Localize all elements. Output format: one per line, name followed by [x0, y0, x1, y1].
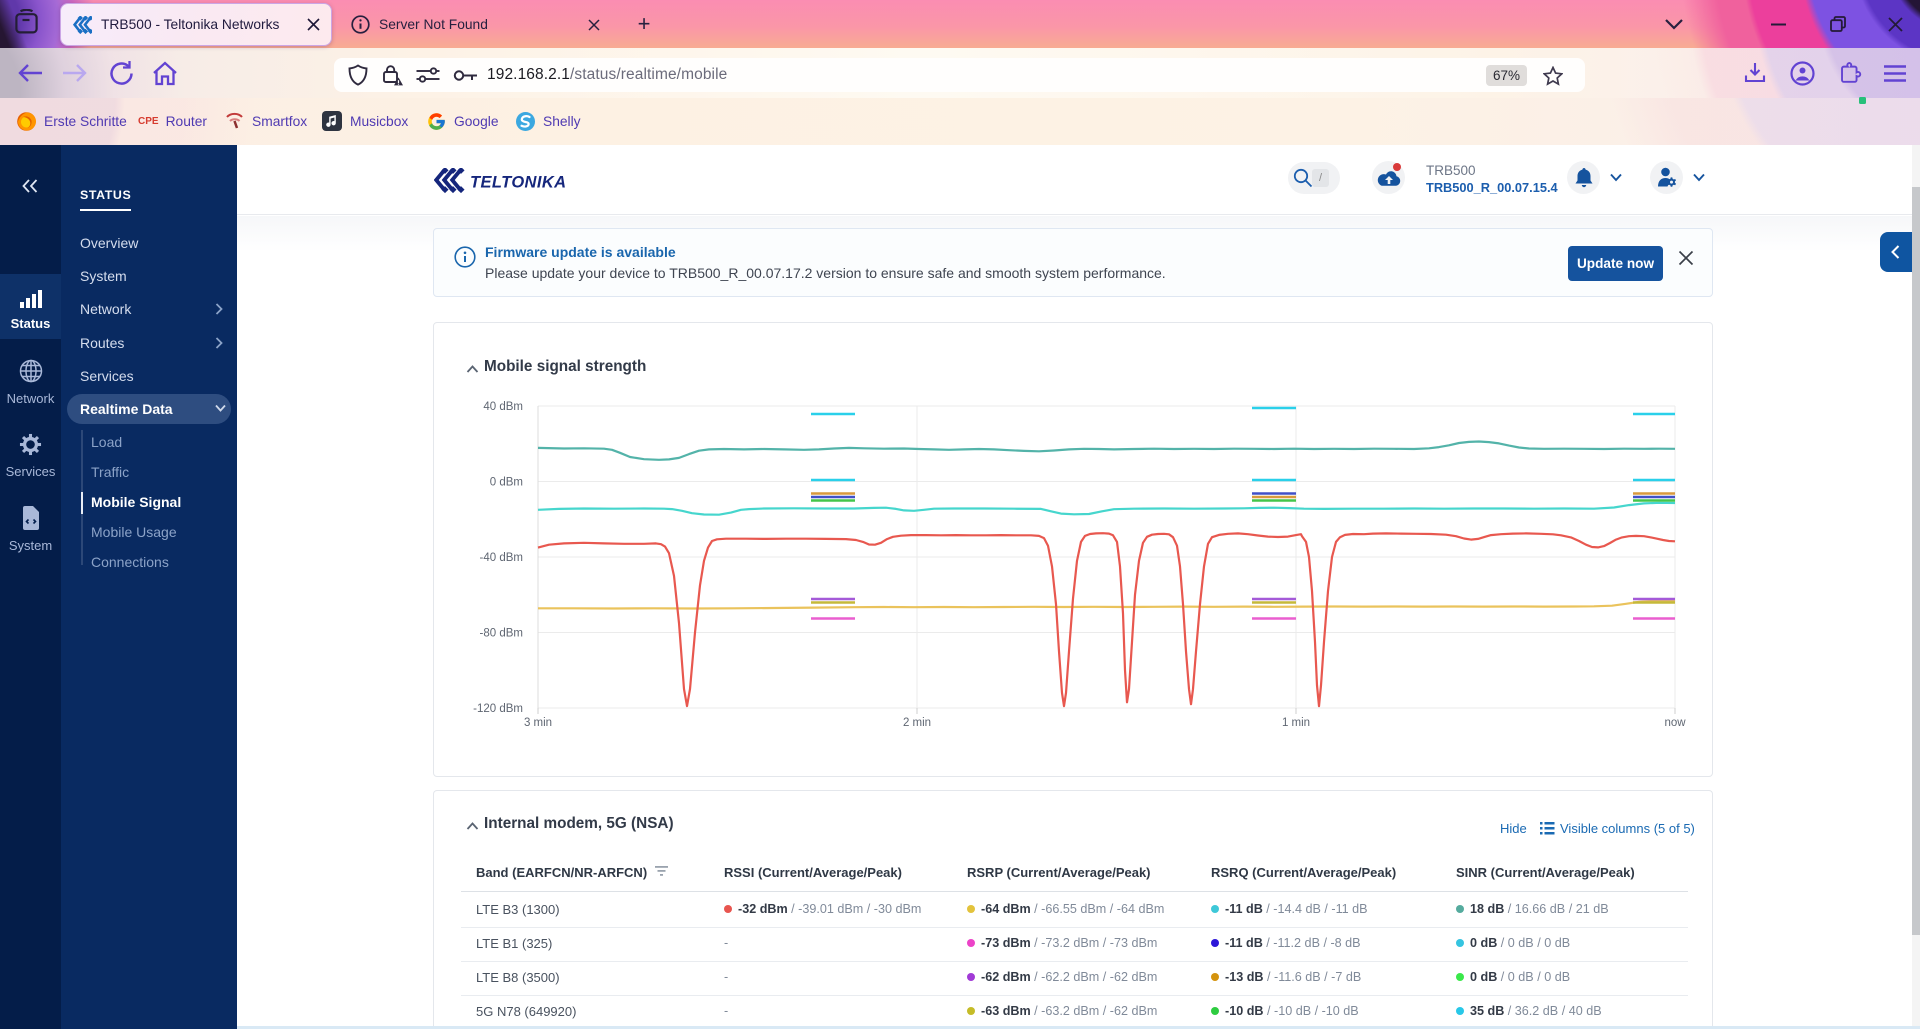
svg-text:2 min: 2 min: [903, 717, 931, 729]
svg-text:-120 dBm: -120 dBm: [473, 703, 523, 715]
svg-text:now: now: [1664, 717, 1686, 729]
svg-text:0 dBm: 0 dBm: [490, 477, 523, 489]
svg-text:1 min: 1 min: [1282, 717, 1310, 729]
svg-text:TELTONIKA: TELTONIKA: [470, 174, 567, 192]
svg-text:3 min: 3 min: [524, 717, 552, 729]
svg-text:-40 dBm: -40 dBm: [480, 552, 523, 564]
svg-text:40 dBm: 40 dBm: [483, 401, 523, 413]
svg-text:-80 dBm: -80 dBm: [480, 628, 523, 640]
